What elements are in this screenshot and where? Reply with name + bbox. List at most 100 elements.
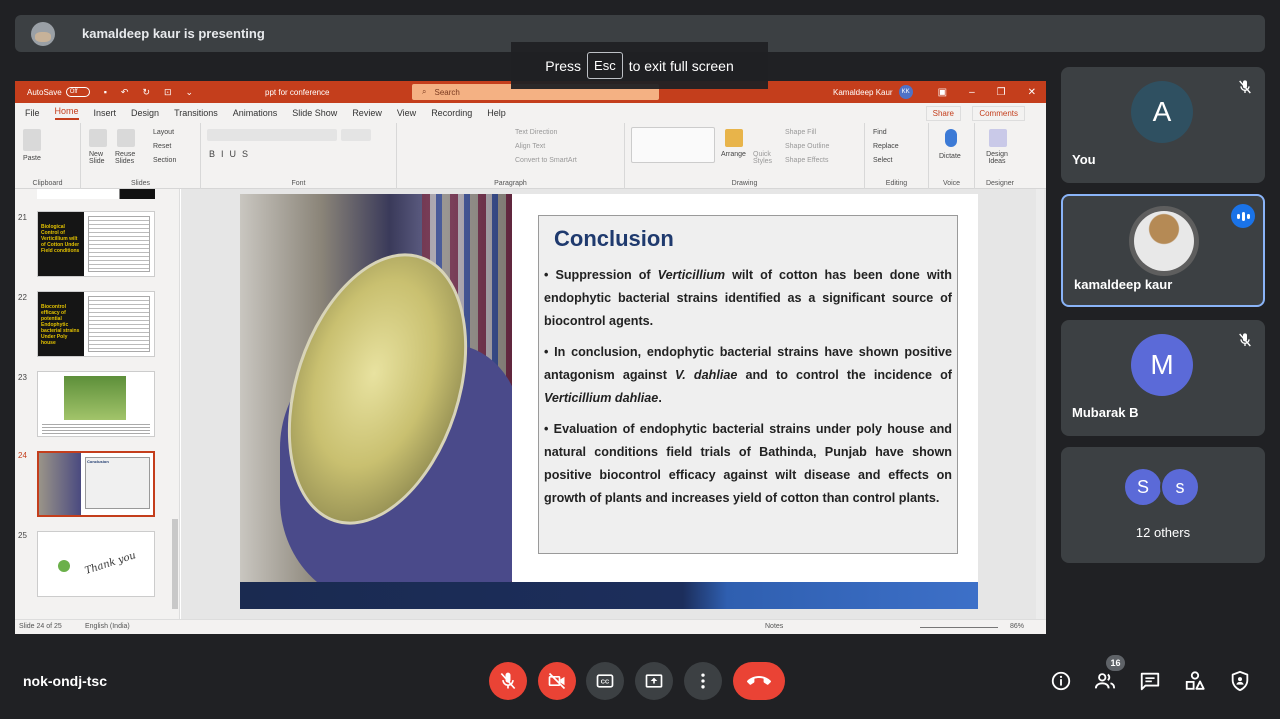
slides-label: Slides bbox=[130, 180, 151, 187]
people-button[interactable] bbox=[1094, 670, 1116, 692]
fullscreen-toast: Press Esc to exit full screen bbox=[511, 42, 768, 89]
activities-button[interactable] bbox=[1184, 670, 1206, 692]
mic-toggle-button[interactable] bbox=[489, 662, 527, 700]
font-name-box bbox=[207, 129, 337, 141]
minimize-icon: – bbox=[969, 86, 975, 98]
thumb-number-22: 22 bbox=[18, 293, 27, 302]
comments-button: Comments bbox=[972, 106, 1025, 121]
mic-off-icon bbox=[1239, 333, 1251, 347]
reuse-slides-label: Reuse Slides bbox=[115, 151, 136, 165]
participant-tile-mubarak[interactable]: M Mubarak B bbox=[1061, 320, 1265, 436]
participant-name: Mubarak B bbox=[1072, 405, 1139, 420]
ribbon-group-clipboard: Paste Clipboard bbox=[15, 123, 81, 189]
participant-name: kamaldeep kaur bbox=[1074, 277, 1173, 292]
ribbon-group-paragraph: Text Direction Align Text Convert to Sma… bbox=[397, 123, 625, 189]
paste-icon bbox=[23, 129, 41, 151]
slide-thumbnail-24: Conclusion bbox=[37, 451, 155, 517]
tab-recording: Recording bbox=[431, 108, 473, 118]
thumb-number-25: 25 bbox=[18, 531, 27, 540]
ribbon-group-editing: Find Replace Select Editing bbox=[865, 123, 929, 189]
window-controls: ▣ – ❐ ✕ bbox=[938, 87, 1036, 98]
close-icon: ✕ bbox=[1027, 86, 1036, 98]
slide-editor: Conclusion • Suppression of Verticillium… bbox=[181, 189, 1046, 619]
paragraph-label: Paragraph bbox=[494, 180, 527, 187]
svg-text:CC: CC bbox=[601, 680, 610, 686]
camera-off-icon bbox=[548, 672, 566, 690]
presenter-avatar bbox=[31, 21, 55, 46]
avatar: M bbox=[1131, 334, 1193, 396]
participant-tile-others[interactable]: S s 12 others bbox=[1061, 447, 1265, 563]
thumbnail-scrollbar bbox=[172, 519, 178, 609]
reuse-slides-icon bbox=[117, 129, 135, 147]
tab-view: View bbox=[396, 108, 417, 118]
thumb-25-title: Thank you bbox=[83, 550, 138, 577]
chat-button[interactable] bbox=[1139, 670, 1161, 692]
participant-name: You bbox=[1072, 152, 1096, 167]
thumb-23-photo bbox=[64, 376, 126, 420]
mic-off-icon bbox=[500, 672, 516, 690]
avatar: s bbox=[1160, 467, 1200, 507]
slide-thumbnail-pane: 21 Biological Control of Verticillium wi… bbox=[15, 189, 180, 619]
toast-suffix: to exit full screen bbox=[628, 57, 734, 74]
layout-label: Layout bbox=[153, 129, 175, 136]
thumb-24-title: Conclusion bbox=[85, 457, 150, 509]
activities-icon bbox=[1185, 671, 1205, 690]
slide-thumbnail-25: Thank you bbox=[37, 531, 155, 597]
ribbon-display-icon: ▣ bbox=[937, 86, 948, 98]
meeting-details-button[interactable] bbox=[1050, 670, 1072, 692]
save-icon: ▪ bbox=[103, 86, 107, 97]
tab-animations: Animations bbox=[232, 108, 278, 118]
more-options-button[interactable] bbox=[684, 662, 722, 700]
zoom-level: 86% bbox=[1009, 623, 1024, 630]
new-slide-icon bbox=[89, 129, 107, 147]
editing-label: Editing bbox=[885, 180, 908, 187]
tab-file: File bbox=[25, 108, 40, 118]
camera-toggle-button[interactable] bbox=[538, 662, 576, 700]
participant-tile-kamaldeep[interactable]: kamaldeep kaur bbox=[1061, 194, 1265, 307]
slide-thumbnail-21: Biological Control of Verticillium wilt … bbox=[37, 211, 155, 277]
restore-icon: ❐ bbox=[996, 86, 1006, 98]
convert-smartart-label: Convert to SmartArt bbox=[515, 157, 577, 164]
avatar: S bbox=[1123, 467, 1163, 507]
customize-icon: ⌄ bbox=[185, 86, 194, 97]
present-button[interactable] bbox=[635, 662, 673, 700]
tab-review: Review bbox=[352, 108, 382, 118]
shape-outline-label: Shape Outline bbox=[785, 143, 830, 150]
current-slide: Conclusion • Suppression of Verticillium… bbox=[240, 194, 978, 609]
dictate-label: Dictate bbox=[939, 153, 961, 160]
ribbon-group-font: BIUS Font bbox=[201, 123, 397, 189]
tab-slide-show: Slide Show bbox=[292, 108, 338, 118]
thumb-number-21: 21 bbox=[18, 213, 27, 222]
tab-home: Home bbox=[54, 106, 79, 120]
ppt-user-avatar: KK bbox=[898, 85, 913, 99]
font-label: Font bbox=[291, 180, 306, 187]
presenter-label: kamaldeep kaur is presenting bbox=[82, 26, 265, 41]
new-slide-label: New Slide bbox=[89, 151, 105, 165]
thumb-22-title: Biocontrol efficacy of potential Endophy… bbox=[38, 292, 84, 356]
font-format-icons: BIUS bbox=[209, 149, 255, 159]
bullet-3: • Evaluation of endophytic bacterial str… bbox=[544, 422, 952, 505]
participant-count-badge: 16 bbox=[1106, 655, 1125, 671]
shapes-gallery bbox=[631, 127, 715, 163]
host-controls-button[interactable] bbox=[1229, 670, 1251, 692]
ribbon-group-drawing: Arrange Quick Styles Shape Fill Shape Ou… bbox=[625, 123, 865, 189]
avatar: A bbox=[1131, 81, 1193, 143]
host-controls-icon bbox=[1231, 670, 1249, 692]
shape-fill-label: Shape Fill bbox=[785, 129, 817, 136]
captions-button[interactable]: CC bbox=[586, 662, 624, 700]
end-call-button[interactable] bbox=[733, 662, 785, 700]
editor-scrollbar bbox=[1036, 189, 1044, 619]
end-call-icon bbox=[747, 676, 771, 685]
slide-counter: Slide 24 of 25 bbox=[19, 623, 62, 630]
align-text-label: Align Text bbox=[515, 143, 546, 150]
slide-thumbnail-23 bbox=[37, 371, 155, 437]
meeting-code: nok-ondj-tsc bbox=[23, 673, 107, 689]
document-name: ppt for conference bbox=[265, 87, 330, 97]
slide-thumbnail-22: Biocontrol efficacy of potential Endophy… bbox=[37, 291, 155, 357]
design-ideas-icon bbox=[989, 129, 1007, 147]
designer-label: Designer bbox=[985, 180, 1014, 187]
presenter-thumbnail bbox=[1134, 211, 1194, 271]
thumbnail-20-partial bbox=[37, 189, 155, 199]
participant-tile-you[interactable]: A You bbox=[1061, 67, 1265, 183]
dictate-icon bbox=[945, 129, 957, 147]
